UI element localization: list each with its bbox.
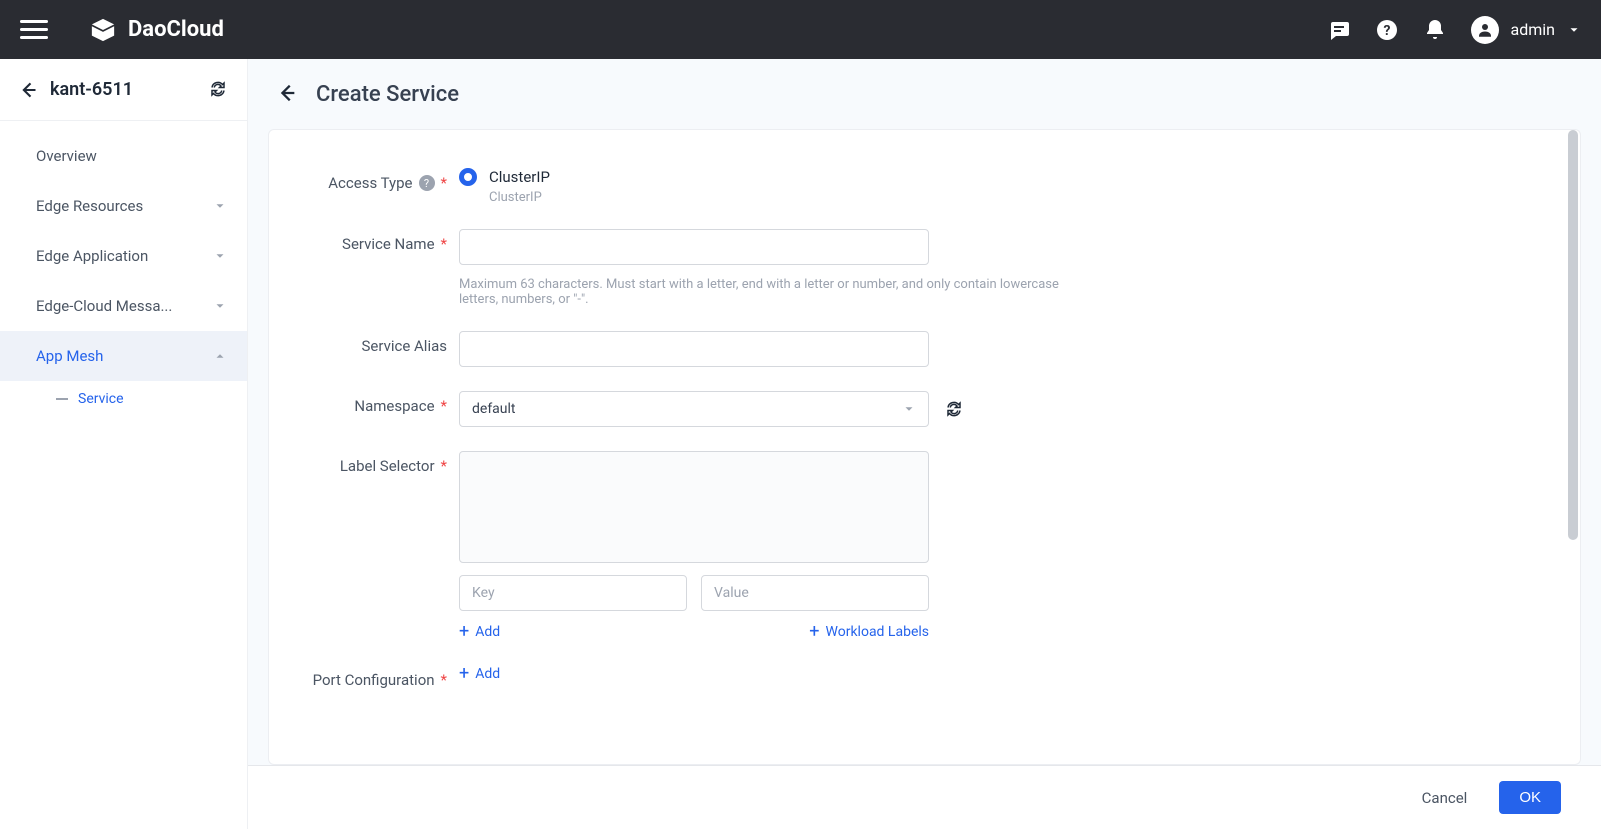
service-name-input[interactable]: [459, 229, 929, 265]
port-config-label: Port Configuration *: [289, 665, 459, 689]
service-name-helper: Maximum 63 characters. Must start with a…: [459, 277, 1079, 307]
messages-icon[interactable]: [1327, 18, 1351, 42]
page-title: Create Service: [316, 82, 459, 107]
namespace-label: Namespace *: [289, 391, 459, 415]
sidebar: kant-6511 Overview Edge Resources Edge A…: [0, 59, 248, 829]
ok-button[interactable]: OK: [1499, 781, 1561, 814]
chevron-down-icon: [902, 402, 916, 416]
service-alias-input[interactable]: [459, 331, 929, 367]
chevron-down-icon: [213, 249, 227, 263]
chevron-down-icon: [1567, 23, 1581, 37]
bell-icon[interactable]: [1423, 18, 1447, 42]
cluster-name: kant-6511: [50, 79, 197, 100]
radio-sublabel: ClusterIP: [489, 190, 1079, 205]
user-menu[interactable]: admin: [1471, 16, 1581, 44]
sidebar-refresh-icon[interactable]: [209, 80, 229, 100]
main-content: Create Service Access Type ? * ClusterIP: [248, 59, 1601, 829]
svg-text:?: ?: [1383, 23, 1390, 39]
chevron-down-icon: [213, 299, 227, 313]
plus-icon: +: [459, 623, 469, 641]
app-header: DaoCloud ? admin: [0, 0, 1601, 59]
menu-toggle-icon[interactable]: [20, 16, 48, 44]
chevron-down-icon: [213, 199, 227, 213]
add-label-button[interactable]: + Add: [459, 623, 500, 641]
namespace-value: default: [472, 401, 516, 417]
plus-icon: +: [809, 623, 819, 641]
label-selector-box: [459, 451, 929, 563]
label-key-input[interactable]: [459, 575, 687, 611]
label-value-input[interactable]: [701, 575, 929, 611]
sidebar-subitem-label: Service: [78, 391, 124, 407]
service-alias-label: Service Alias: [289, 331, 459, 355]
content-header: Create Service: [248, 59, 1601, 129]
sidebar-item-label: App Mesh: [36, 347, 103, 365]
sidebar-subitem-service[interactable]: Service: [0, 381, 247, 417]
add-port-button[interactable]: + Add: [459, 665, 1079, 683]
sidebar-item-edge-application[interactable]: Edge Application: [0, 231, 247, 281]
access-type-radio-clusterip[interactable]: ClusterIP: [459, 168, 1079, 186]
sidebar-item-label: Edge-Cloud Messa...: [36, 297, 172, 315]
radio-icon: [459, 168, 477, 186]
page-back-button[interactable]: [276, 82, 300, 106]
sidebar-item-label: Edge Application: [36, 247, 148, 265]
sidebar-item-edge-resources[interactable]: Edge Resources: [0, 181, 247, 231]
sidebar-item-edge-cloud-messaging[interactable]: Edge-Cloud Messa...: [0, 281, 247, 331]
chevron-up-icon: [213, 349, 227, 363]
plus-icon: +: [459, 665, 469, 683]
user-name-label: admin: [1511, 20, 1555, 39]
sidebar-item-label: Edge Resources: [36, 197, 143, 215]
help-tooltip-icon[interactable]: ?: [419, 175, 435, 191]
radio-label: ClusterIP: [489, 168, 550, 186]
brand-name: DaoCloud: [128, 17, 224, 42]
workload-labels-button[interactable]: + Workload Labels: [809, 623, 929, 641]
sidebar-item-app-mesh[interactable]: App Mesh: [0, 331, 247, 381]
footer-actions: Cancel OK: [248, 765, 1601, 829]
scrollbar-thumb[interactable]: [1568, 130, 1578, 540]
label-selector-label: Label Selector *: [289, 451, 459, 475]
service-name-label: Service Name *: [289, 229, 459, 253]
sidebar-item-label: Overview: [36, 147, 97, 165]
cancel-button[interactable]: Cancel: [1410, 781, 1480, 815]
namespace-select[interactable]: default: [459, 391, 929, 427]
help-icon[interactable]: ?: [1375, 18, 1399, 42]
namespace-refresh-icon[interactable]: [945, 400, 963, 418]
sidebar-item-overview[interactable]: Overview: [0, 131, 247, 181]
sidebar-back-button[interactable]: [18, 80, 38, 100]
form-card: Access Type ? * ClusterIP ClusterIP: [268, 129, 1581, 765]
brand-logo[interactable]: DaoCloud: [88, 17, 224, 43]
avatar-icon: [1471, 16, 1499, 44]
access-type-label: Access Type ? *: [289, 168, 459, 192]
logo-cube-icon: [88, 17, 118, 43]
